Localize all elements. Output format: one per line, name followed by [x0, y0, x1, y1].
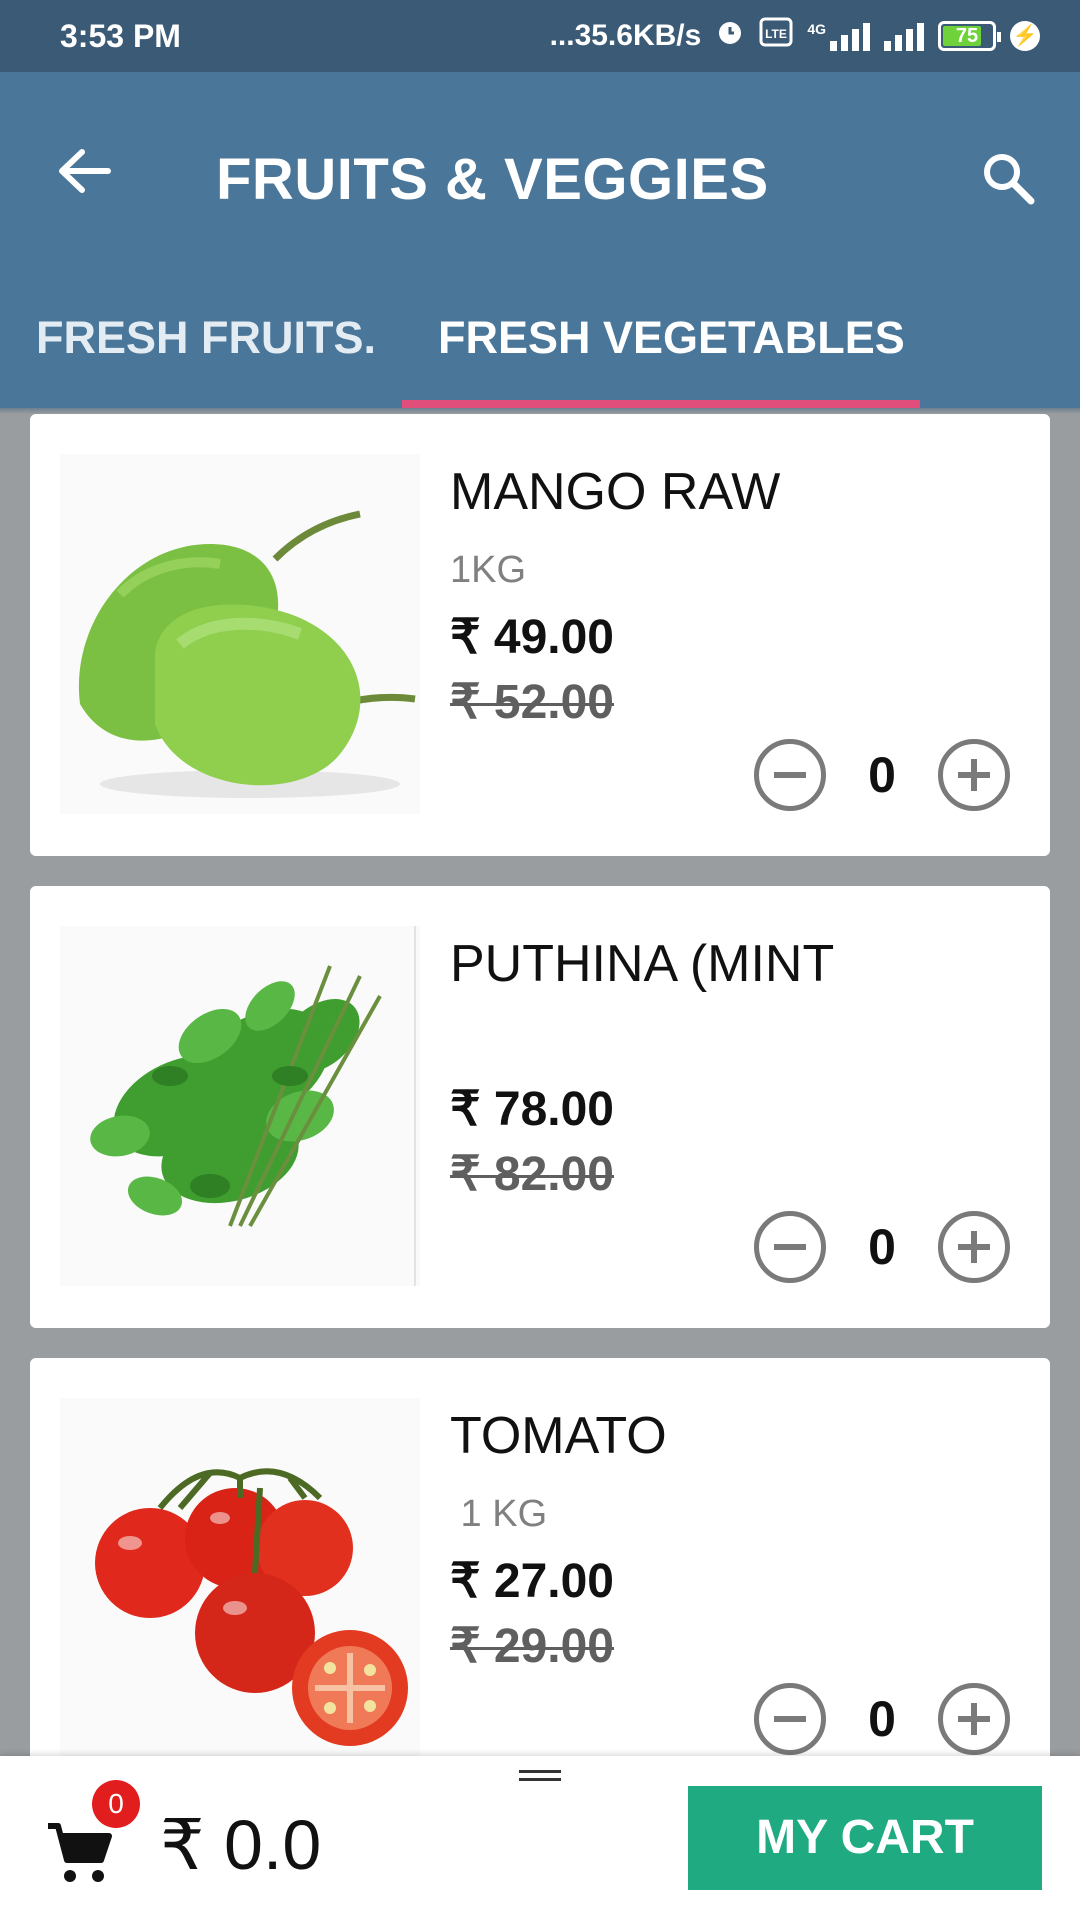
quantity-value: 0	[868, 747, 896, 803]
product-price: ₹ 49.00	[450, 611, 614, 664]
product-card[interactable]: MANGO RAW 1KG ₹ 49.00 ₹ 52.00 0	[30, 414, 1050, 856]
charging-icon: ⚡	[1010, 21, 1040, 51]
my-cart-button[interactable]: MY CART	[688, 1786, 1042, 1890]
network-type: 4G	[807, 21, 826, 37]
cart-count-badge: 0	[92, 1780, 140, 1828]
product-card[interactable]: PUTHINA (MINT ₹ 78.00 ₹ 82.00 0	[30, 886, 1050, 1328]
quantity-value: 0	[868, 1219, 896, 1275]
raw-mango-image	[60, 454, 420, 814]
product-mrp: ₹ 29.00	[450, 1620, 614, 1673]
volte-icon: LTE	[759, 17, 793, 55]
quantity-value: 0	[868, 1691, 896, 1747]
quantity-stepper: 0	[754, 1211, 1010, 1283]
product-price: ₹ 78.00	[450, 1083, 614, 1136]
product-card[interactable]: TOMATO 1 KG ₹ 27.00 ₹ 29.00 0	[30, 1358, 1050, 1800]
drag-handle-icon[interactable]	[519, 1770, 561, 1784]
product-unit: 1KG	[450, 549, 527, 591]
product-name: TOMATO	[450, 1407, 667, 1465]
back-arrow-icon[interactable]	[56, 148, 112, 194]
minus-circle-icon[interactable]	[754, 739, 826, 811]
quantity-stepper: 0	[754, 739, 1010, 811]
tab-fresh-fruits[interactable]: FRESH FRUITS.	[36, 268, 376, 408]
product-name: MANGO RAW	[450, 463, 781, 521]
tomato-image	[60, 1398, 420, 1758]
plus-circle-icon[interactable]	[938, 1211, 1010, 1283]
cart-total: ₹ 0.0	[160, 1806, 322, 1884]
tab-fresh-vegetables[interactable]: FRESH VEGETABLES	[438, 268, 905, 408]
product-mrp: ₹ 82.00	[450, 1148, 614, 1201]
mint-image	[60, 926, 420, 1286]
category-tabs: FRESH FRUITS. FRESH VEGETABLES	[0, 268, 1080, 408]
status-icons: ...35.6KB/s LTE 4G 75 ⚡	[550, 14, 1040, 58]
product-name: PUTHINA (MINT	[450, 935, 835, 993]
minus-circle-icon[interactable]	[754, 1683, 826, 1755]
status-time: 3:53 PM	[60, 18, 181, 54]
battery-level: 75	[955, 25, 979, 47]
cart-icon[interactable]	[44, 1818, 114, 1888]
app-toolbar: FRUITS & VEGGIES	[0, 72, 1080, 268]
network-speed: ...35.6KB/s	[549, 19, 702, 52]
search-icon[interactable]	[980, 150, 1036, 206]
plus-circle-icon[interactable]	[938, 1683, 1010, 1755]
battery-icon: 75	[938, 21, 1001, 51]
signal-4g-icon: 4G	[807, 21, 870, 51]
alarm-icon	[715, 17, 745, 55]
status-bar: 3:53 PM ...35.6KB/s LTE 4G 75 ⚡	[0, 0, 1080, 72]
product-unit: 1 KG	[450, 1493, 548, 1535]
cart-summary-bar: 0 ₹ 0.0 MY CART	[0, 1756, 1080, 1920]
product-price: ₹ 27.00	[450, 1555, 614, 1608]
tab-indicator	[402, 400, 920, 408]
product-mrp: ₹ 52.00	[450, 676, 614, 729]
signal-icon	[884, 21, 924, 51]
page-title: FRUITS & VEGGIES	[216, 147, 769, 212]
quantity-stepper: 0	[754, 1683, 1010, 1755]
plus-circle-icon[interactable]	[938, 739, 1010, 811]
svg-text:LTE: LTE	[765, 27, 787, 41]
minus-circle-icon[interactable]	[754, 1211, 826, 1283]
